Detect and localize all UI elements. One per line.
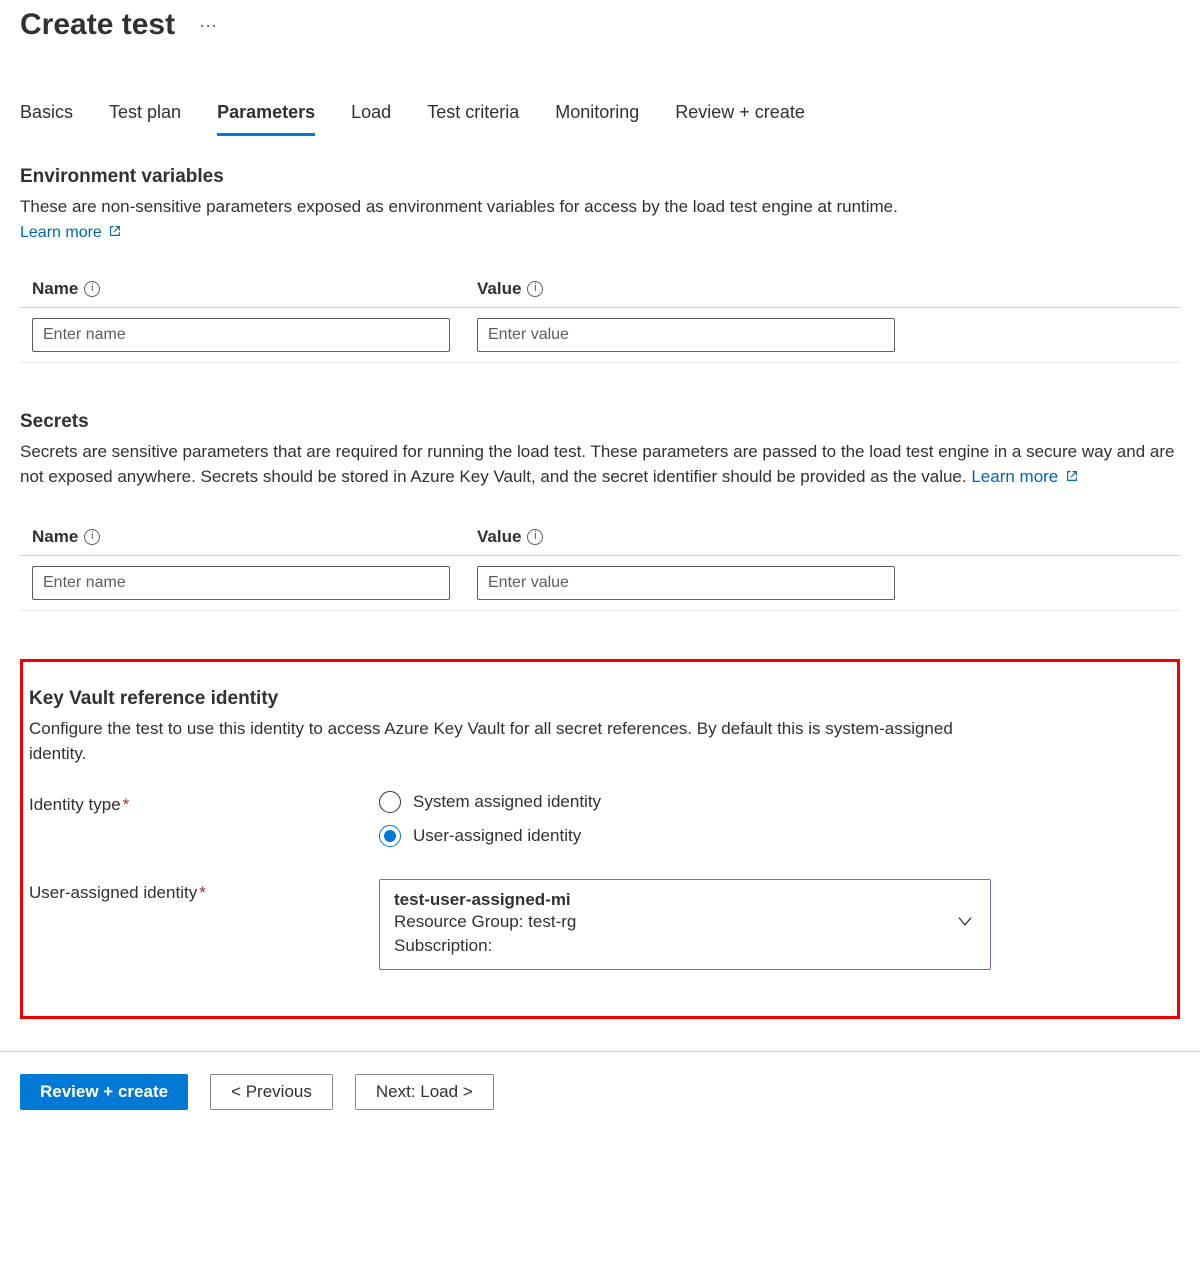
tab-bar: Basics Test plan Parameters Load Test cr… — [20, 98, 1180, 136]
env-table-header: Name i Value i — [20, 269, 1180, 308]
secrets-value-header: Value — [477, 527, 521, 547]
kv-section-desc: Configure the test to use this identity … — [29, 716, 989, 767]
env-name-input[interactable] — [32, 318, 450, 352]
secrets-section-desc: Secrets are sensitive parameters that ar… — [20, 439, 1180, 491]
external-link-icon — [1065, 465, 1079, 491]
identity-type-label: Identity type* — [29, 791, 379, 847]
page-title: Create test — [20, 8, 175, 42]
secrets-learn-more-link[interactable]: Learn more — [971, 467, 1058, 486]
dropdown-rg-line: Resource Group: test-rg — [394, 910, 950, 935]
secrets-table-row — [20, 556, 1180, 611]
chevron-down-icon — [956, 913, 974, 936]
identity-type-radio-group: System assigned identity User-assigned i… — [379, 791, 601, 847]
radio-label: System assigned identity — [413, 792, 601, 812]
tab-review-create[interactable]: Review + create — [675, 98, 805, 136]
more-actions-icon[interactable]: ··· — [199, 15, 217, 36]
tab-test-criteria[interactable]: Test criteria — [427, 98, 519, 136]
footer-buttons: Review + create < Previous Next: Load > — [20, 1074, 1180, 1110]
user-identity-label: User-assigned identity* — [29, 879, 379, 970]
required-asterisk: * — [123, 795, 130, 814]
next-button[interactable]: Next: Load > — [355, 1074, 494, 1110]
secrets-name-input[interactable] — [32, 566, 450, 600]
env-section-title: Environment variables — [20, 166, 1180, 188]
info-icon[interactable]: i — [527, 529, 543, 545]
env-value-header: Value — [477, 279, 521, 299]
radio-user-assigned[interactable]: User-assigned identity — [379, 825, 601, 847]
env-variables-section: Environment variables These are non-sens… — [20, 166, 1180, 363]
env-table-row — [20, 308, 1180, 363]
tab-test-plan[interactable]: Test plan — [109, 98, 181, 136]
info-icon[interactable]: i — [84, 529, 100, 545]
footer-divider — [0, 1051, 1200, 1052]
radio-icon — [379, 791, 401, 813]
kv-section-title: Key Vault reference identity — [29, 688, 1171, 710]
tab-monitoring[interactable]: Monitoring — [555, 98, 639, 136]
info-icon[interactable]: i — [527, 281, 543, 297]
tab-load[interactable]: Load — [351, 98, 391, 136]
dropdown-sub-line: Subscription: — [394, 934, 950, 959]
review-create-button[interactable]: Review + create — [20, 1074, 188, 1110]
secrets-name-header: Name — [32, 527, 78, 547]
required-asterisk: * — [199, 883, 206, 902]
env-learn-more-link[interactable]: Learn more — [20, 224, 102, 241]
env-section-desc: These are non-sensitive parameters expos… — [20, 194, 1180, 220]
radio-system-assigned[interactable]: System assigned identity — [379, 791, 601, 813]
tab-parameters[interactable]: Parameters — [217, 98, 315, 136]
secrets-table-header: Name i Value i — [20, 517, 1180, 556]
secrets-section-title: Secrets — [20, 411, 1180, 433]
dropdown-selected-name: test-user-assigned-mi — [394, 890, 950, 910]
tab-basics[interactable]: Basics — [20, 98, 73, 136]
radio-icon — [379, 825, 401, 847]
info-icon[interactable]: i — [84, 281, 100, 297]
secrets-value-input[interactable] — [477, 566, 895, 600]
secrets-section: Secrets Secrets are sensitive parameters… — [20, 411, 1180, 611]
previous-button[interactable]: < Previous — [210, 1074, 333, 1110]
env-name-header: Name — [32, 279, 78, 299]
external-link-icon — [108, 224, 122, 243]
env-value-input[interactable] — [477, 318, 895, 352]
radio-label: User-assigned identity — [413, 826, 581, 846]
user-identity-dropdown[interactable]: test-user-assigned-mi Resource Group: te… — [379, 879, 991, 970]
kv-highlight-box: Key Vault reference identity Configure t… — [20, 659, 1180, 1019]
